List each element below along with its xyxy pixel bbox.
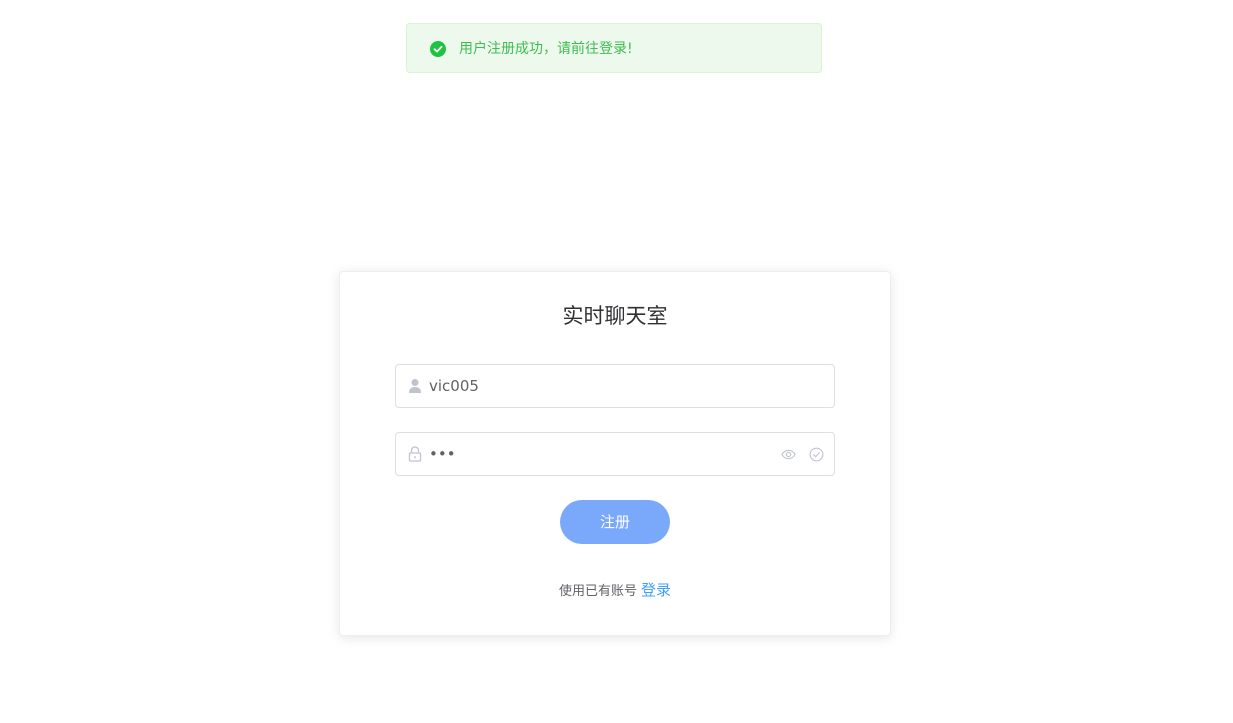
login-link[interactable]: 登录 xyxy=(641,581,671,599)
username-field[interactable]: vic005 xyxy=(395,364,835,408)
login-prompt-text: 使用已有账号 xyxy=(558,584,637,599)
password-value: ••• xyxy=(429,445,456,463)
toast-message: 用户注册成功，请前往登录! xyxy=(459,41,633,57)
lock-icon xyxy=(408,446,422,462)
success-toast: 用户注册成功，请前往登录! xyxy=(406,23,822,73)
circle-check-icon xyxy=(809,447,824,462)
eye-icon[interactable] xyxy=(781,447,796,462)
page-title: 实时聊天室 xyxy=(562,304,668,328)
register-button[interactable]: 注册 xyxy=(560,500,670,544)
user-icon xyxy=(409,379,421,393)
username-value: vic005 xyxy=(429,377,479,395)
register-card: 实时聊天室 vic005 ••• 注册 使用已有账号 登录 xyxy=(339,271,891,636)
success-check-icon xyxy=(430,41,446,57)
login-prompt: 使用已有账号 登录 xyxy=(340,580,890,602)
password-field[interactable]: ••• xyxy=(395,432,835,476)
